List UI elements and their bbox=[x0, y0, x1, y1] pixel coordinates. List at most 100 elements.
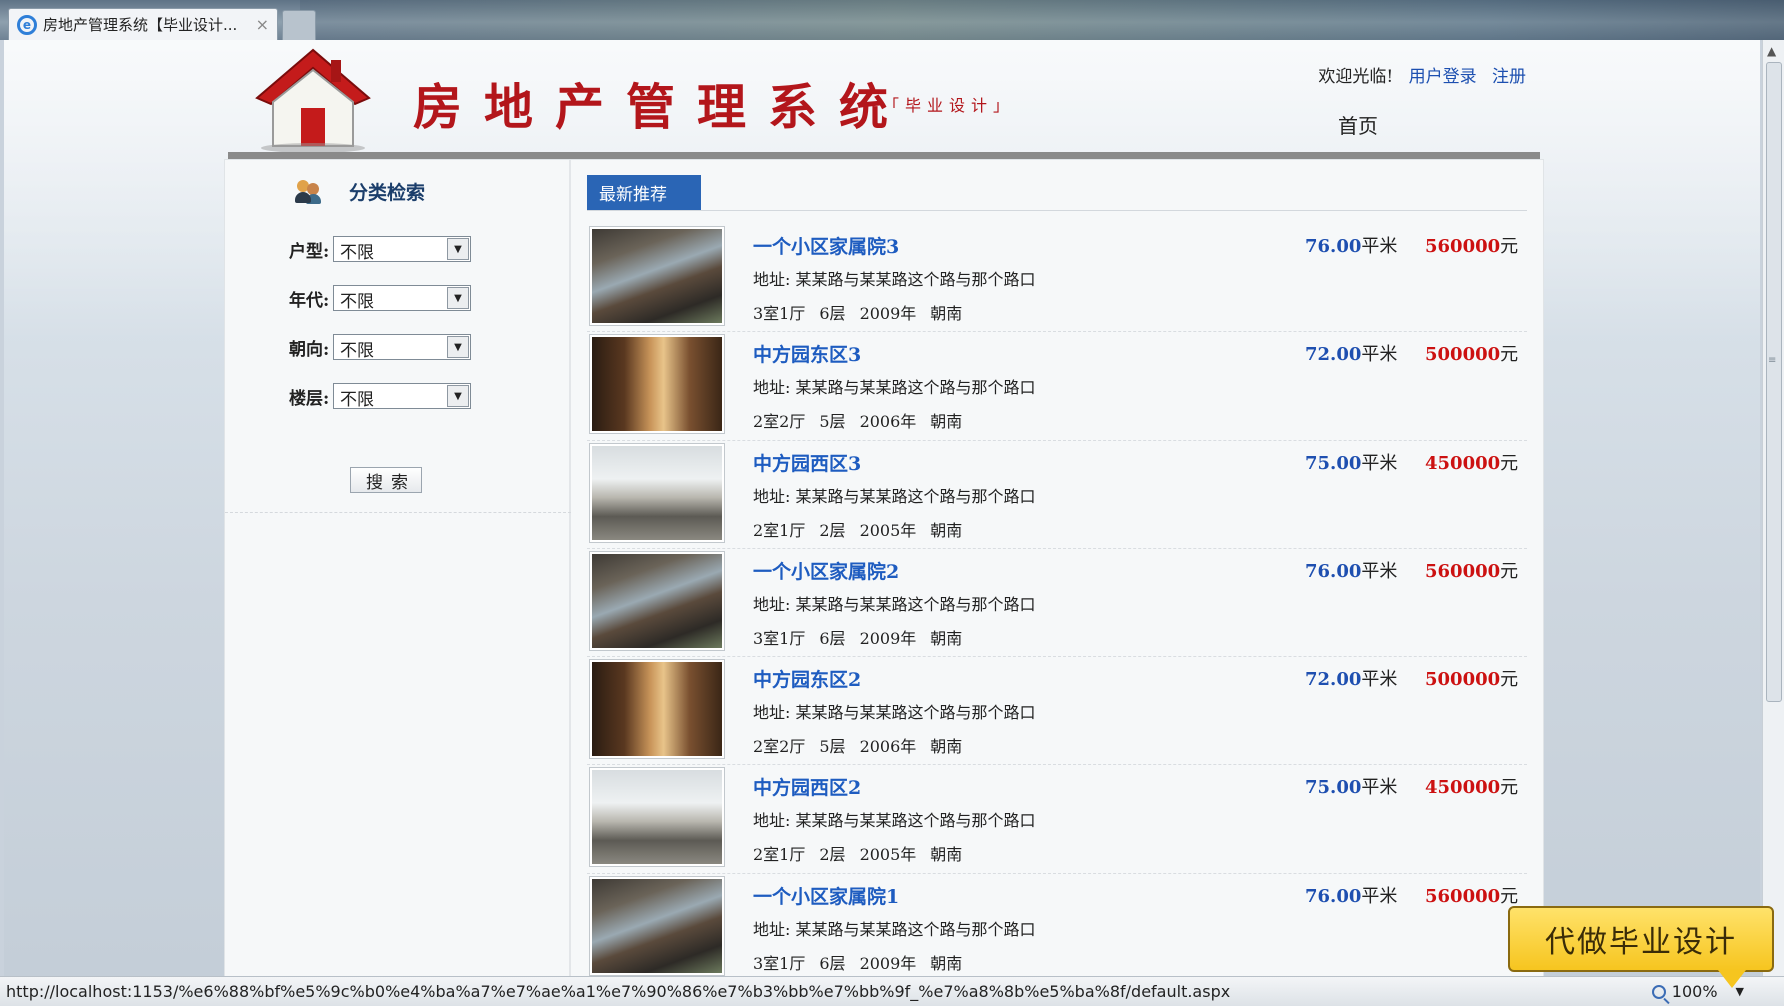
house-photo bbox=[592, 662, 722, 757]
listing-thumbnail[interactable] bbox=[589, 226, 725, 326]
listing-address: 地址: 某某路与某某路这个路与那个路口 bbox=[753, 378, 1036, 398]
listing-title[interactable]: 中方园东区2 bbox=[753, 665, 861, 692]
listing-layout: 3室1厅 bbox=[753, 304, 806, 323]
area-unit: 平米 bbox=[1361, 344, 1398, 366]
login-link[interactable]: 用户登录 bbox=[1409, 67, 1477, 87]
price-value: 500000 bbox=[1425, 344, 1501, 366]
browser-tab[interactable]: e 房地产管理系统【毕业设计... × bbox=[8, 8, 278, 40]
house-logo-icon bbox=[255, 48, 371, 153]
listing-thumbnail[interactable] bbox=[589, 442, 725, 543]
listing-title[interactable]: 一个小区家属院2 bbox=[753, 557, 899, 584]
price-value: 560000 bbox=[1425, 236, 1501, 257]
listing-year: 2009年 bbox=[859, 953, 917, 973]
filter-label: 年代: bbox=[289, 290, 330, 311]
listing-title[interactable]: 一个小区家属院1 bbox=[753, 882, 899, 909]
listing-title[interactable]: 一个小区家属院3 bbox=[753, 232, 899, 259]
layout-select[interactable]: 不限 ▼ bbox=[333, 236, 471, 263]
listing-orientation: 朝南 bbox=[930, 737, 963, 757]
listing-floor: 6层 bbox=[819, 953, 846, 973]
listing-meta: 2室1厅 2层 2005年 朝南 bbox=[753, 517, 976, 541]
area-value: 75.00 bbox=[1305, 777, 1362, 799]
scroll-up-icon[interactable]: ▲ bbox=[1767, 44, 1776, 58]
listing-orientation: 朝南 bbox=[930, 520, 963, 540]
listing-floor: 2层 bbox=[819, 845, 846, 865]
listing-area: 72.00平米 bbox=[1305, 340, 1397, 366]
tab-latest-recommendations[interactable]: 最新推荐 bbox=[587, 175, 701, 210]
house-photo bbox=[592, 553, 722, 648]
house-photo bbox=[592, 445, 722, 540]
users-icon bbox=[295, 179, 321, 205]
orientation-select[interactable]: 不限 ▼ bbox=[333, 334, 471, 361]
listing-price: 450000元 bbox=[1425, 773, 1518, 799]
welcome-text: 欢迎光临! bbox=[1318, 67, 1394, 87]
scrollbar-thumb[interactable] bbox=[1766, 62, 1782, 702]
listing-floor: 2层 bbox=[819, 520, 846, 540]
listing-layout: 3室1厅 bbox=[753, 953, 806, 973]
area-unit: 平米 bbox=[1361, 452, 1398, 474]
listing-meta: 2室2厅 5层 2006年 朝南 bbox=[753, 408, 976, 432]
price-unit: 元 bbox=[1500, 777, 1519, 799]
tab-close-icon[interactable]: × bbox=[256, 15, 269, 34]
listing-thumbnail[interactable] bbox=[589, 550, 725, 651]
price-unit: 元 bbox=[1500, 344, 1519, 366]
price-value: 560000 bbox=[1425, 560, 1501, 582]
area-unit: 平米 bbox=[1361, 236, 1398, 257]
register-link[interactable]: 注册 bbox=[1492, 67, 1526, 87]
price-unit: 元 bbox=[1500, 669, 1519, 691]
year-select[interactable]: 不限 ▼ bbox=[333, 285, 471, 312]
dropdown-arrow-icon[interactable]: ▼ bbox=[447, 238, 469, 260]
dropdown-arrow-icon[interactable]: ▼ bbox=[447, 336, 469, 358]
listing-thumbnail[interactable] bbox=[589, 334, 725, 435]
listing-address: 地址: 某某路与某某路这个路与那个路口 bbox=[753, 919, 1036, 939]
listing-floor: 5层 bbox=[819, 737, 846, 757]
house-photo bbox=[592, 337, 722, 432]
price-value: 560000 bbox=[1425, 885, 1501, 907]
listing-year: 2009年 bbox=[859, 628, 917, 648]
area-value: 72.00 bbox=[1305, 669, 1362, 691]
listing-price: 500000元 bbox=[1425, 665, 1518, 691]
listing-meta: 2室1厅 2层 2005年 朝南 bbox=[753, 841, 976, 865]
header-divider bbox=[228, 152, 1540, 159]
listing-thumbnail[interactable] bbox=[589, 767, 725, 868]
area-value: 75.00 bbox=[1305, 452, 1362, 474]
listing-title[interactable]: 中方园西区3 bbox=[753, 449, 861, 476]
category-search-panel: 分类检索 户型: 不限 ▼ 年代: 不限 ▼ 朝向: 不限 ▼ 楼层: 不限 ▼… bbox=[225, 160, 571, 976]
listing-address: 地址: 某某路与某某路这个路与那个路口 bbox=[753, 811, 1036, 831]
listing-area: 76.00平米 bbox=[1305, 232, 1397, 258]
nav-home-link[interactable]: 首页 bbox=[1338, 110, 1378, 139]
ad-bubble[interactable]: 代做毕业设计 bbox=[1508, 906, 1774, 988]
category-search-title: 分类检索 bbox=[349, 182, 426, 204]
listing-item: 中方园东区3 地址: 某某路与某某路这个路与那个路口 2室2厅 5层 2006年 朝南… bbox=[587, 332, 1527, 441]
filter-floor: 楼层: 不限 ▼ bbox=[289, 383, 471, 410]
listing-floor: 6层 bbox=[819, 304, 846, 323]
price-unit: 元 bbox=[1500, 560, 1519, 582]
new-tab-button[interactable] bbox=[282, 10, 316, 40]
listing-item: 中方园西区2 地址: 某某路与某某路这个路与那个路口 2室1厅 2层 2005年 朝南… bbox=[587, 765, 1527, 874]
listing-year: 2006年 bbox=[859, 412, 917, 432]
listing-area: 76.00平米 bbox=[1305, 557, 1397, 583]
listing-address: 地址: 某某路与某某路这个路与那个路口 bbox=[753, 270, 1036, 289]
listing-title[interactable]: 中方园西区2 bbox=[753, 773, 861, 800]
listing-price: 560000元 bbox=[1425, 557, 1518, 583]
listing-orientation: 朝南 bbox=[930, 412, 963, 432]
ie-icon: e bbox=[17, 14, 37, 35]
listing-layout: 2室1厅 bbox=[753, 520, 806, 540]
filter-layout: 户型: 不限 ▼ bbox=[289, 236, 471, 263]
listing-title[interactable]: 中方园东区3 bbox=[753, 340, 861, 367]
vertical-scrollbar[interactable]: ▲ ≡ bbox=[1762, 40, 1784, 976]
price-unit: 元 bbox=[1500, 236, 1519, 257]
search-button[interactable]: 搜索 bbox=[350, 467, 422, 493]
listing-area: 76.00平米 bbox=[1305, 882, 1397, 908]
price-unit: 元 bbox=[1500, 452, 1519, 474]
listing-layout: 2室1厅 bbox=[753, 845, 806, 865]
filter-label: 朝向: bbox=[289, 339, 330, 360]
listing-thumbnail[interactable] bbox=[589, 875, 725, 976]
floor-select[interactable]: 不限 ▼ bbox=[333, 383, 471, 410]
price-unit: 元 bbox=[1500, 885, 1519, 907]
dropdown-arrow-icon[interactable]: ▼ bbox=[447, 287, 469, 309]
listing-thumbnail[interactable] bbox=[589, 659, 725, 760]
category-search-header: 分类检索 bbox=[295, 178, 425, 205]
select-value: 不限 bbox=[340, 243, 374, 263]
listing-address: 地址: 某某路与某某路这个路与那个路口 bbox=[753, 703, 1036, 723]
dropdown-arrow-icon[interactable]: ▼ bbox=[447, 385, 469, 407]
